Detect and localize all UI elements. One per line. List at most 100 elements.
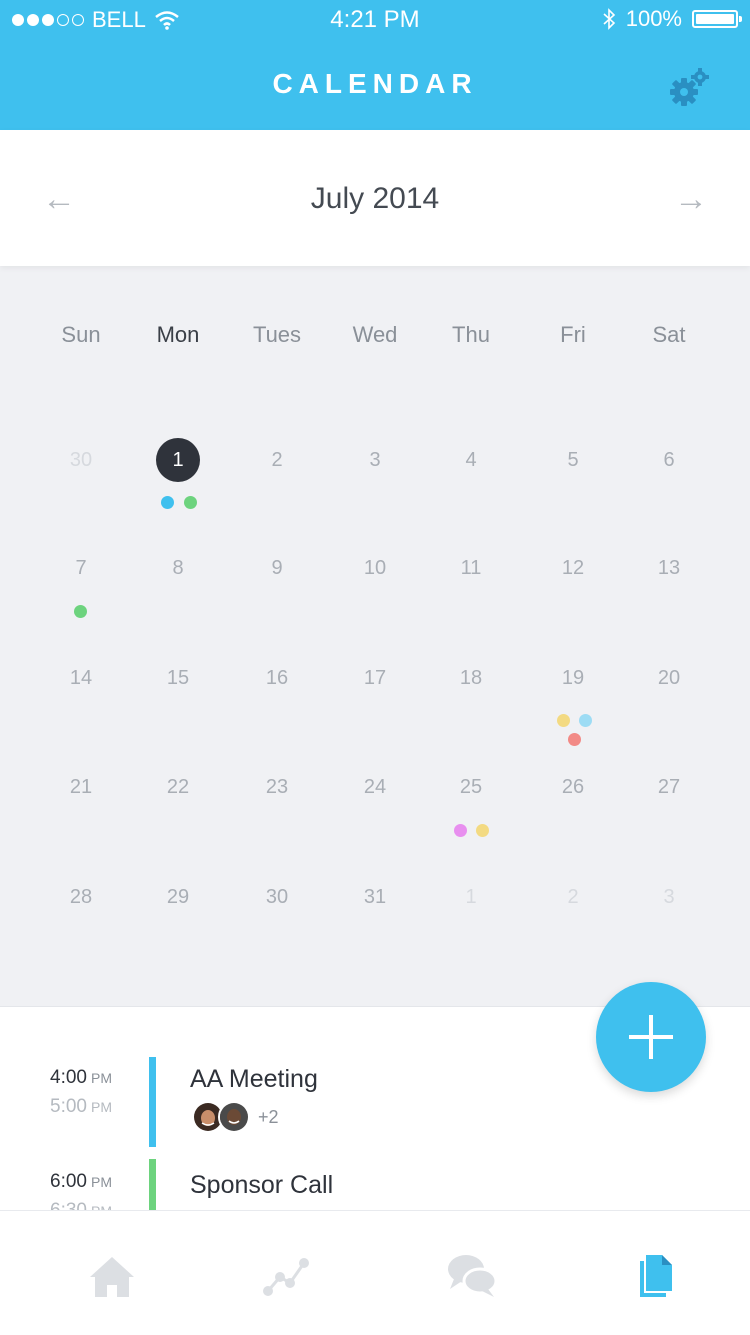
weekday-tues: Tues <box>252 322 302 347</box>
event-start-time: 4:00 PM <box>50 1067 112 1088</box>
calendar-day[interactable]: 23 <box>228 765 326 809</box>
day-number: 31 <box>363 886 387 908</box>
calendar-day[interactable]: 19 <box>524 656 622 700</box>
day-number: 3 <box>663 886 675 908</box>
status-right: 100% <box>602 6 742 32</box>
event-indicator-dot <box>160 495 174 509</box>
tab-bar <box>0 1210 750 1335</box>
calendar-day[interactable]: 29 <box>129 875 227 919</box>
calendar-day[interactable]: 7 <box>32 546 130 590</box>
day-number: 14 <box>69 667 93 689</box>
status-bar: BELL 4:21 PM 100% <box>0 0 750 40</box>
event-color-bar <box>149 1159 156 1211</box>
event-indicator-dot <box>556 713 570 727</box>
event-indicator-dot <box>567 732 581 746</box>
avatar <box>218 1101 250 1133</box>
weekday-thu: Thu <box>452 322 490 347</box>
battery-percent: 100% <box>625 6 682 31</box>
calendar-day[interactable]: 2 <box>228 438 326 482</box>
month-navigation: ← July 2014 → <box>0 130 750 266</box>
calendar-day[interactable]: 26 <box>524 765 622 809</box>
weekday-mon: Mon <box>156 322 200 347</box>
day-number: 12 <box>561 557 585 579</box>
calendar-day[interactable]: 10 <box>326 546 424 590</box>
calendar-day[interactable]: 25 <box>422 765 520 809</box>
event-item[interactable]: 6:00 PM 6:30 PM Sponsor Call <box>0 1159 750 1211</box>
calendar-day[interactable]: 16 <box>228 656 326 700</box>
day-number: 10 <box>363 557 387 579</box>
calendar-day[interactable]: 11 <box>422 546 520 590</box>
calendar-day[interactable]: 2 <box>524 875 622 919</box>
calendar-day[interactable]: 30 <box>228 875 326 919</box>
day-number: 29 <box>166 886 190 908</box>
calendar-day[interactable]: 31 <box>326 875 424 919</box>
event-indicator-dot <box>73 604 87 618</box>
day-number: 6 <box>663 449 675 471</box>
calendar-day[interactable]: 15 <box>129 656 227 700</box>
day-number: 17 <box>363 667 387 689</box>
calendar-day[interactable]: 17 <box>326 656 424 700</box>
documents-icon[interactable] <box>626 1249 686 1303</box>
calendar-day[interactable]: 14 <box>32 656 130 700</box>
weekday-wed: Wed <box>352 322 398 347</box>
day-number: 1 <box>156 438 200 482</box>
add-event-button[interactable] <box>596 982 706 1092</box>
day-number: 1 <box>465 886 477 908</box>
app-header: CALENDAR <box>0 40 750 130</box>
attendee-avatars[interactable]: +2 <box>192 1101 279 1133</box>
calendar-day[interactable]: 5 <box>524 438 622 482</box>
event-color-bar <box>149 1057 156 1147</box>
day-number: 24 <box>363 776 387 798</box>
weekday-sun: Sun <box>61 322 101 347</box>
calendar-day[interactable]: 6 <box>620 438 718 482</box>
day-number: 13 <box>657 557 681 579</box>
calendar-day[interactable]: 20 <box>620 656 718 700</box>
day-number: 16 <box>265 667 289 689</box>
gear-icon[interactable] <box>668 66 712 110</box>
day-number: 11 <box>460 557 482 579</box>
arrow-right-icon[interactable]: → <box>674 180 708 219</box>
day-number: 3 <box>369 449 381 471</box>
calendar-day[interactable]: 30 <box>32 438 130 482</box>
day-number: 23 <box>265 776 289 798</box>
event-title: Sponsor Call <box>190 1171 334 1199</box>
calendar-day[interactable]: 28 <box>32 875 130 919</box>
calendar-day[interactable]: 13 <box>620 546 718 590</box>
extra-attendees-count: +2 <box>258 1106 279 1127</box>
day-number: 21 <box>69 776 93 798</box>
calendar-day[interactable]: 22 <box>129 765 227 809</box>
day-number: 20 <box>657 667 681 689</box>
day-number: 30 <box>265 886 289 908</box>
calendar-day[interactable]: 24 <box>326 765 424 809</box>
day-number: 30 <box>69 449 93 471</box>
event-start-time: 6:00 PM <box>50 1171 112 1192</box>
month-title: July 2014 <box>310 182 440 215</box>
event-indicator-dot <box>183 495 197 509</box>
day-number: 19 <box>561 667 585 689</box>
calendar-day[interactable]: 27 <box>620 765 718 809</box>
calendar-day[interactable]: 21 <box>32 765 130 809</box>
day-number: 18 <box>459 667 483 689</box>
stats-icon[interactable] <box>256 1249 316 1303</box>
calendar-day[interactable]: 4 <box>422 438 520 482</box>
day-number: 26 <box>561 776 585 798</box>
chat-icon[interactable] <box>442 1249 502 1303</box>
day-number: 7 <box>75 557 87 579</box>
day-number: 8 <box>172 557 184 579</box>
calendar-day[interactable]: 3 <box>620 875 718 919</box>
calendar-day[interactable]: 18 <box>422 656 520 700</box>
day-number: 5 <box>567 449 579 471</box>
day-number: 2 <box>271 449 283 471</box>
calendar-day[interactable]: 1 <box>422 875 520 919</box>
day-number: 25 <box>459 776 483 798</box>
calendar-day[interactable]: 9 <box>228 546 326 590</box>
day-number: 22 <box>166 776 190 798</box>
day-number: 27 <box>657 776 681 798</box>
weekday-fri: Fri <box>560 322 586 347</box>
home-icon[interactable] <box>82 1249 142 1303</box>
calendar-day[interactable]: 3 <box>326 438 424 482</box>
bluetooth-icon <box>603 8 615 30</box>
selected-day[interactable]: 1 <box>129 438 227 482</box>
calendar-day[interactable]: 12 <box>524 546 622 590</box>
calendar-day[interactable]: 8 <box>129 546 227 590</box>
